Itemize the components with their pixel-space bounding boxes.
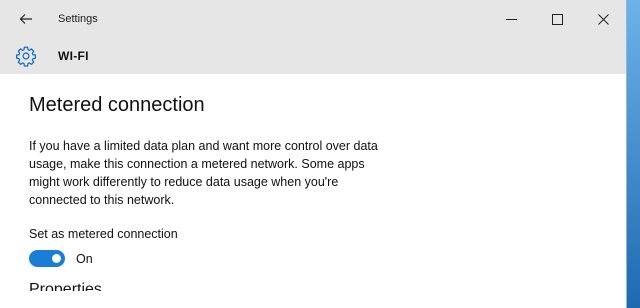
description-text: If you have a limited data plan and want… xyxy=(29,139,378,207)
window-controls xyxy=(488,0,626,38)
metered-toggle-row: On xyxy=(29,250,589,267)
desktop-edge xyxy=(626,0,640,308)
maximize-button[interactable] xyxy=(534,0,580,38)
close-button[interactable] xyxy=(580,0,626,38)
page-header: WI-FI xyxy=(0,38,626,74)
page-title: Metered connection xyxy=(29,94,205,116)
main-content: Metered connection If you have a limited… xyxy=(29,74,589,291)
settings-header-icon xyxy=(0,38,52,74)
metered-connection-toggle[interactable] xyxy=(29,250,65,267)
gear-icon xyxy=(16,46,36,67)
back-arrow-icon xyxy=(19,14,32,24)
minimize-icon xyxy=(505,18,517,20)
metered-toggle-label: Set as metered connection xyxy=(29,227,178,241)
close-icon xyxy=(597,13,609,25)
settings-window: Settings WI-FI Metered connection If you… xyxy=(0,0,626,308)
toggle-knob xyxy=(52,254,61,263)
title-bar: Settings xyxy=(0,0,626,38)
minimize-button[interactable] xyxy=(488,0,534,38)
maximize-icon xyxy=(551,13,563,25)
next-section-heading: Properties xyxy=(29,281,102,291)
window-title: Settings xyxy=(58,13,98,25)
toggle-state-label: On xyxy=(76,251,93,266)
back-button[interactable] xyxy=(0,0,52,38)
page-section-title: WI-FI xyxy=(58,49,89,63)
